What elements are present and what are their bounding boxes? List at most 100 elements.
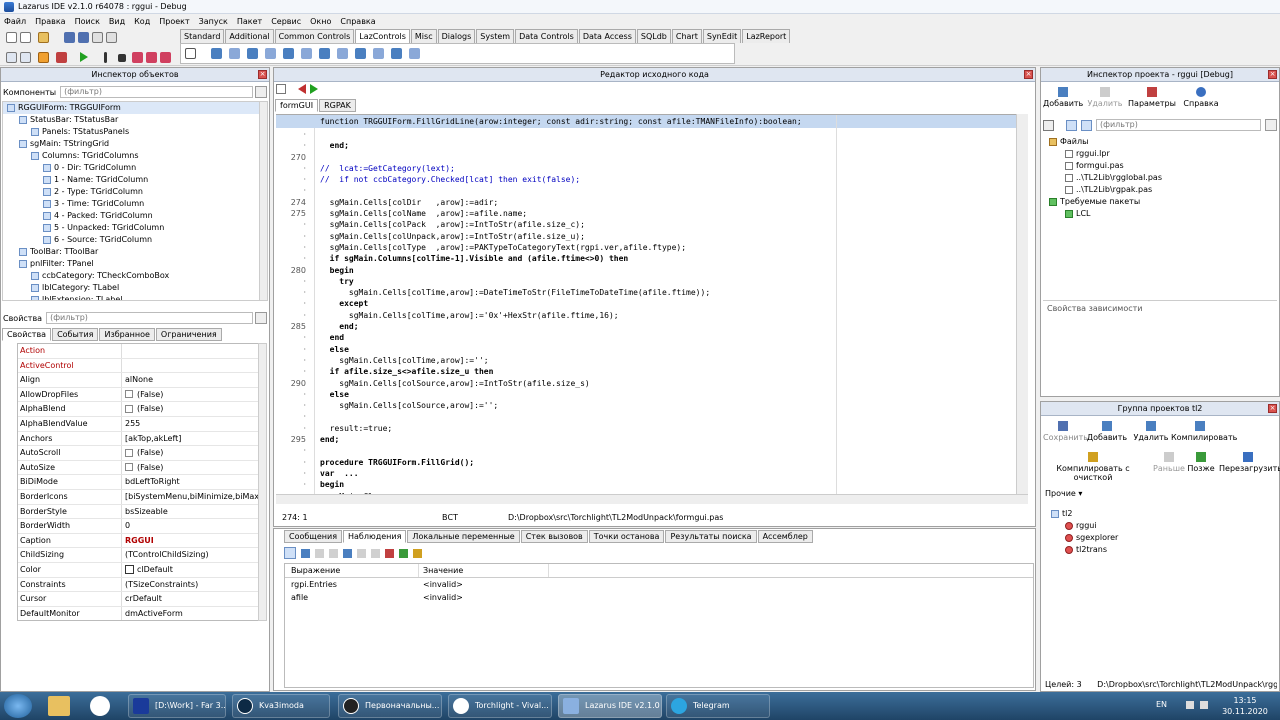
column-expression[interactable]: Выражение (285, 564, 419, 577)
property-value-cell[interactable]: crDefault (122, 592, 266, 606)
property-row[interactable]: Cursor crDefault (18, 592, 266, 607)
code-line[interactable]: · except (276, 298, 1016, 309)
clock[interactable]: 13:15 30.11.2020 (1222, 695, 1268, 717)
component-tree-item[interactable]: sgMain: TStringGrid (3, 138, 259, 150)
components-filter-input[interactable]: (фильтр) (60, 86, 253, 98)
group-root[interactable]: tl2 (1043, 508, 1277, 520)
palette-tab-additional[interactable]: Additional (225, 29, 274, 43)
file-item[interactable]: ..\TL2Lib\rgpak.pas (1043, 184, 1277, 196)
property-row[interactable]: AllowDropFiles (False) (18, 387, 266, 403)
compile-button[interactable]: Компилировать (1171, 421, 1237, 442)
component-icon[interactable] (373, 48, 384, 59)
property-value-cell[interactable]: [biSystemMenu,biMinimize,biMaxim (122, 490, 266, 504)
property-value-cell[interactable]: (False) (122, 446, 266, 460)
project-filter-input[interactable]: (фильтр) (1096, 119, 1261, 131)
palette-tab-data-controls[interactable]: Data Controls (515, 29, 578, 43)
palette-tab-chart[interactable]: Chart (671, 29, 702, 43)
property-value-cell[interactable]: (TControlChildSizing) (122, 548, 266, 562)
code-line[interactable]: · (276, 445, 1016, 456)
component-tree-item[interactable]: StatusBar: TStatusBar (3, 114, 259, 126)
component-icon[interactable] (319, 48, 330, 59)
component-tree-item[interactable]: lblCategory: TLabel (3, 282, 259, 294)
component-icon[interactable] (265, 48, 276, 59)
code-line[interactable]: · sgMain.Cells[colPack ,arow]:=IntToStr(… (276, 219, 1016, 230)
code-line[interactable]: · var ... (276, 468, 1016, 479)
props-filter-input[interactable]: (фильтр) (46, 312, 253, 324)
task-telegram[interactable]: Telegram (666, 694, 770, 718)
group-item[interactable]: tl2trans (1043, 544, 1277, 556)
network-icon[interactable] (1186, 701, 1194, 709)
component-icon[interactable] (337, 48, 348, 59)
view-forms-icon[interactable] (20, 52, 31, 63)
property-value-cell[interactable]: [akTop,akLeft] (122, 432, 266, 446)
checkbox[interactable] (125, 390, 133, 399)
palette-tab-lazcontrols[interactable]: LazControls (355, 29, 410, 43)
checkbox[interactable] (125, 448, 133, 457)
menu-package[interactable]: Пакет (237, 17, 262, 26)
explorer-icon[interactable] (48, 696, 70, 716)
menu-tools[interactable]: Сервис (271, 17, 301, 26)
build-mode-icon[interactable] (56, 52, 67, 63)
clean-compile-button[interactable]: Компилировать с очисткой (1043, 452, 1143, 482)
file-item[interactable]: formgui.pas (1043, 160, 1277, 172)
help-button[interactable]: Справка (1181, 87, 1221, 108)
other-menu[interactable]: Прочие ▾ (1045, 489, 1082, 498)
component-tree-item[interactable]: 5 - Unpacked: TGridColumn (3, 222, 259, 234)
property-row[interactable]: AlphaBlendValue 255 (18, 416, 266, 432)
code-line[interactable]: · sgMain.Cells[colTime,arow]:=DateTimeTo… (276, 287, 1016, 298)
group-item[interactable]: sgexplorer (1043, 532, 1277, 544)
palette-tab-system[interactable]: System (476, 29, 515, 43)
delete-watch-icon[interactable] (343, 548, 352, 558)
palette-tab-standard[interactable]: Standard (180, 29, 225, 43)
tab-messages[interactable]: Сообщения (284, 530, 343, 543)
inspect-icon[interactable] (413, 548, 422, 558)
code-hscrollbar[interactable] (276, 494, 1028, 504)
component-icon[interactable] (283, 48, 294, 59)
packages-node[interactable]: Требуемые пакеты (1043, 196, 1277, 208)
code-line[interactable]: 270 (276, 152, 1016, 163)
add-target-button[interactable]: Добавить (1085, 421, 1129, 442)
task-steam[interactable]: Kva3imoda (232, 694, 330, 718)
tab-breakpoints[interactable]: Точки останова (588, 530, 665, 543)
task-lazarus[interactable]: Lazarus IDE v2.1.0 ... (558, 694, 662, 718)
save-all-icon[interactable] (78, 32, 89, 43)
code-line[interactable]: 275 sgMain.Cells[colName ,arow]:=afile.n… (276, 208, 1016, 219)
delete-all-icon[interactable] (385, 548, 394, 558)
step-over-icon[interactable] (146, 52, 157, 63)
code-line[interactable]: 290 sgMain.Cells[colSource,arow]:=IntToS… (276, 378, 1016, 389)
property-value-cell[interactable]: 255 (122, 417, 266, 431)
menu-view[interactable]: Вид (109, 17, 125, 26)
property-value-cell[interactable]: (False) (122, 461, 266, 475)
start-button[interactable] (4, 694, 32, 718)
menu-file[interactable]: Файл (4, 17, 26, 26)
toggle-form-icon[interactable] (38, 52, 49, 63)
evaluate-icon[interactable] (399, 548, 408, 558)
task-far[interactable]: [D:\Work] - Far 3... (128, 694, 226, 718)
step-out-icon[interactable] (160, 52, 171, 63)
new-file-icon[interactable] (6, 32, 17, 43)
property-value-cell[interactable] (122, 359, 266, 373)
tab-favorites[interactable]: Избранное (99, 328, 155, 341)
checkbox[interactable] (125, 463, 133, 472)
property-row[interactable]: Color clDefault (18, 562, 266, 578)
component-icon[interactable] (247, 48, 258, 59)
keyboard-language[interactable]: EN (1156, 700, 1167, 709)
code-line[interactable]: · sgMain.Cells[colSource,arow]:=''; (276, 400, 1016, 411)
code-line[interactable]: · end (276, 332, 1016, 343)
code-vscrollbar[interactable] (1016, 114, 1028, 494)
selection-arrow-icon[interactable] (185, 48, 196, 59)
view-units-icon[interactable] (6, 52, 17, 63)
menu-help[interactable]: Справка (340, 17, 375, 26)
menu-edit[interactable]: Правка (35, 17, 65, 26)
palette-tab-synedit[interactable]: SynEdit (702, 29, 742, 43)
power-icon[interactable] (284, 547, 296, 559)
property-value-cell[interactable] (122, 344, 266, 358)
tab-restrictions[interactable]: Ограничения (155, 328, 222, 341)
menu-code[interactable]: Код (134, 17, 150, 26)
checkbox[interactable] (125, 404, 133, 413)
tab-formgui[interactable]: formGUI (275, 99, 319, 112)
jump-back-icon[interactable] (298, 84, 306, 94)
code-line[interactable]: · try (276, 276, 1016, 287)
move-down-button[interactable]: Позже (1185, 452, 1217, 473)
tab-call-stack[interactable]: Стек вызовов (520, 530, 588, 543)
